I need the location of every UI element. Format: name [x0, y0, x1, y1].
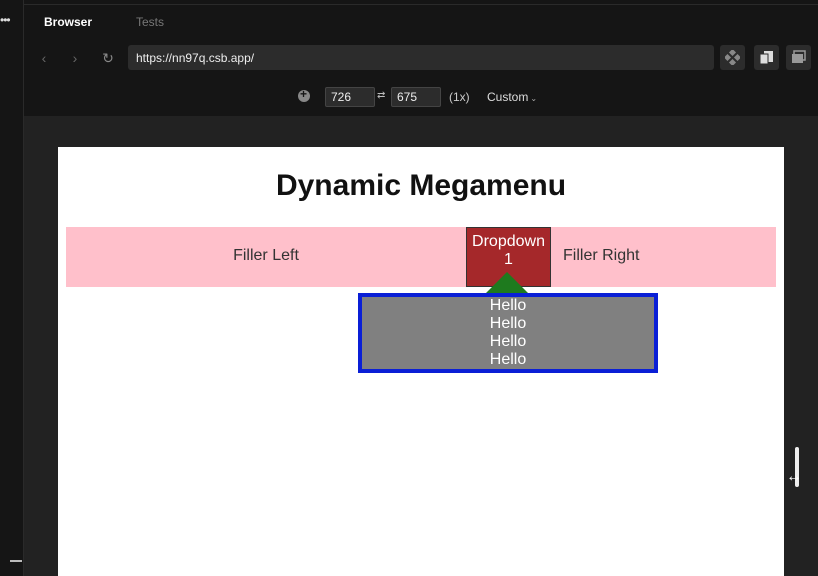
- megamenu-item[interactable]: Hello: [362, 297, 654, 315]
- tab-browser[interactable]: Browser: [44, 15, 92, 29]
- megamenu-item[interactable]: Hello: [362, 351, 654, 369]
- responsive-icon[interactable]: [298, 87, 310, 102]
- copy-button[interactable]: [754, 45, 779, 70]
- preset-select[interactable]: Custom ⌄: [487, 90, 537, 104]
- url-bar: ‹ › ↻: [24, 40, 818, 76]
- window-button[interactable]: [786, 45, 811, 70]
- divider: [24, 4, 818, 5]
- filler-left: Filler Left: [233, 247, 299, 264]
- dropdown-caret: [486, 272, 528, 293]
- preview-frame: Dynamic Megamenu Filler Left Dropdown 1 …: [58, 147, 784, 576]
- preset-label: Custom: [487, 90, 529, 104]
- url-input[interactable]: [128, 45, 714, 70]
- responsive-toolbar: ⇄ (1x) Custom⌄: [24, 80, 818, 114]
- filler-right: Filler Right: [563, 247, 640, 264]
- chevron-left-icon[interactable]: ‹: [36, 50, 52, 66]
- preview-area: Dynamic Megamenu Filler Left Dropdown 1 …: [24, 116, 818, 576]
- swap-icon[interactable]: ⇄: [377, 90, 385, 101]
- reload-icon[interactable]: ↻: [100, 50, 116, 66]
- chevron-right-icon[interactable]: ›: [67, 50, 83, 66]
- more-options-icon[interactable]: •••: [0, 13, 11, 27]
- menu-bar: Filler Left Dropdown 1 Filler Right: [66, 227, 776, 287]
- copy-icon: [759, 51, 773, 65]
- extensions-icon: [725, 50, 740, 65]
- megamenu-item[interactable]: Hello: [362, 333, 654, 351]
- scale-label: (1x): [449, 90, 470, 104]
- height-input[interactable]: [391, 87, 441, 107]
- tab-tests[interactable]: Tests: [136, 15, 164, 29]
- width-input[interactable]: [325, 87, 375, 107]
- page-title: Dynamic Megamenu: [275, 169, 567, 202]
- extensions-button[interactable]: [720, 45, 745, 70]
- resize-horizontal-icon: ↔: [786, 468, 802, 485]
- minimize-icon[interactable]: [10, 560, 22, 562]
- left-sidebar-strip: •••: [0, 0, 24, 576]
- megamenu-item[interactable]: Hello: [362, 315, 654, 333]
- tab-bar: Browser Tests: [24, 0, 818, 40]
- window-icon: [792, 50, 806, 63]
- megamenu-panel: Hello Hello Hello Hello: [358, 293, 658, 373]
- chevron-down-icon: ⌄: [530, 94, 538, 103]
